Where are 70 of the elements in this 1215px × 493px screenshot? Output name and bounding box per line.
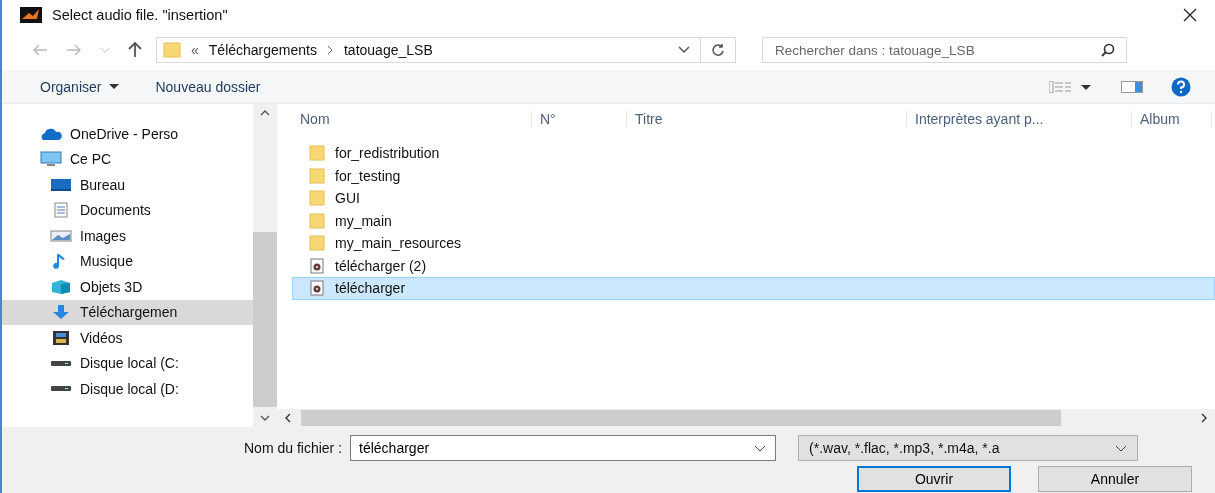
window-title: Select audio file. "insertion" (52, 7, 228, 23)
organize-menu[interactable]: Organiser (40, 78, 120, 95)
desktop-icon (50, 176, 72, 193)
file-row[interactable]: GUI (292, 187, 1215, 210)
drive-icon (50, 359, 72, 367)
dropdown-caret-icon[interactable] (678, 46, 690, 54)
sidebar-item[interactable]: Objets 3D (2, 274, 253, 300)
app-logo-icon (20, 7, 42, 23)
audio-file-icon (309, 257, 325, 274)
folder-icon (309, 167, 325, 184)
folder-icon (309, 235, 325, 252)
folder-icon (309, 190, 325, 207)
folder-icon (309, 145, 325, 162)
sidebar-item[interactable]: Musique (2, 248, 253, 274)
file-row[interactable]: télécharger (292, 277, 1215, 300)
cube-icon (50, 278, 72, 295)
open-button[interactable]: Ouvrir (857, 466, 1011, 492)
search-icon (1101, 43, 1115, 57)
scroll-down-icon[interactable] (260, 415, 270, 421)
sidebar-item[interactable]: Documents (2, 197, 253, 223)
sidebar-item[interactable]: Téléchargemen (2, 299, 253, 325)
pc-icon (40, 151, 62, 168)
help-icon[interactable] (1171, 76, 1191, 97)
folder-icon (163, 42, 181, 58)
file-row[interactable]: télécharger (2) (292, 254, 1215, 277)
dropdown-caret-icon (754, 445, 767, 452)
close-icon[interactable] (1183, 8, 1197, 22)
column-header[interactable]: N° (532, 111, 627, 127)
file-type-dropdown[interactable]: (*.wav, *.flac, *.mp3, *.m4a, *.a (798, 435, 1139, 461)
column-header[interactable]: Nom (292, 111, 532, 127)
view-options-icon[interactable] (1049, 80, 1093, 93)
chevron-icon (326, 45, 334, 55)
folder-icon (309, 212, 325, 229)
sidebar-item[interactable]: OneDrive - Perso (2, 121, 253, 147)
preview-pane-icon[interactable] (1121, 80, 1143, 93)
sidebar-item[interactable]: Disque local (C: (2, 350, 253, 376)
scroll-left-icon[interactable] (285, 413, 291, 423)
breadcrumb[interactable]: tatouage_LSB (343, 42, 433, 58)
breadcrumb[interactable]: Téléchargements (208, 42, 317, 58)
file-row[interactable]: my_main_resources (292, 232, 1215, 255)
caret-icon (109, 83, 120, 90)
sidebar-item[interactable]: Vidéos (2, 325, 253, 351)
address-bar[interactable]: « Téléchargements tatouage_LSB (156, 37, 736, 63)
filename-label: Nom du fichier : (244, 440, 343, 456)
breadcrumb-overflow[interactable]: « (191, 42, 199, 58)
drive-icon (50, 385, 72, 393)
image-icon (50, 227, 72, 244)
audio-file-icon (309, 280, 325, 297)
new-folder-button[interactable]: Nouveau dossier (155, 78, 261, 95)
video-icon (50, 329, 72, 346)
scrollbar[interactable] (253, 104, 277, 427)
cancel-button[interactable]: Annuler (1038, 466, 1192, 492)
scroll-up-icon[interactable] (260, 110, 270, 116)
column-header[interactable]: Titre (627, 111, 907, 127)
scrollbar[interactable] (277, 409, 1215, 427)
file-row[interactable]: for_redistribution (292, 142, 1215, 165)
sidebar-item[interactable]: Bureau (2, 172, 253, 198)
scroll-right-icon[interactable] (1201, 413, 1207, 423)
up-arrow-icon[interactable] (128, 42, 142, 58)
sidebar-item[interactable]: Disque local (D: (2, 376, 253, 402)
sidebar-item[interactable]: Ce PC (2, 146, 253, 172)
column-header[interactable]: Album (1132, 111, 1212, 127)
search-field[interactable]: Rechercher dans : tatouage_LSB (762, 37, 1127, 63)
sidebar-item[interactable]: Images (2, 223, 253, 249)
column-header[interactable]: Interprètes ayant p... (907, 111, 1132, 127)
file-row[interactable]: my_main (292, 209, 1215, 232)
file-row[interactable]: for_testing (292, 164, 1215, 187)
filename-field[interactable]: télécharger (350, 435, 777, 461)
refresh-icon (711, 43, 725, 57)
dropdown-caret-icon (1115, 444, 1128, 452)
